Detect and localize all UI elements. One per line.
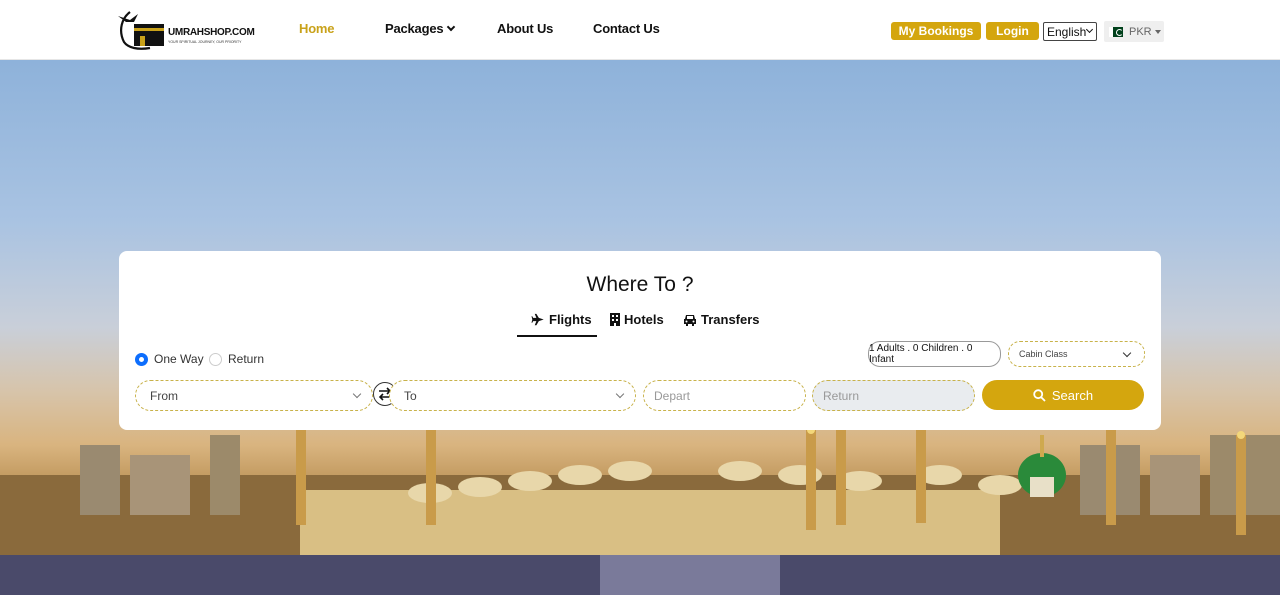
search-button[interactable]: Search: [982, 380, 1144, 410]
currency-select[interactable]: PKR: [1104, 21, 1164, 42]
active-tab-indicator: [517, 335, 597, 337]
car-icon: [684, 314, 696, 326]
depart-date-input[interactable]: Depart: [643, 380, 806, 411]
site-header: UMRAHSHOP.COM YOUR SPIRITUAL JOURNEY, OU…: [0, 0, 1280, 60]
from-placeholder: From: [150, 388, 178, 403]
my-bookings-button[interactable]: My Bookings: [891, 22, 981, 40]
tab-flights[interactable]: Flights: [531, 312, 592, 327]
nav-about[interactable]: About Us: [497, 21, 553, 36]
logo-text: UMRAHSHOP.COM: [168, 27, 255, 38]
search-icon: [1033, 388, 1046, 402]
pakistan-flag-icon: [1109, 26, 1123, 37]
chevron-down-icon: [615, 389, 625, 399]
login-button[interactable]: Login: [986, 22, 1039, 40]
site-logo[interactable]: UMRAHSHOP.COM YOUR SPIRITUAL JOURNEY, OU…: [116, 10, 255, 52]
passengers-selector[interactable]: 1 Adults . 0 Children . 0 Infant: [868, 341, 1001, 367]
plane-icon: [531, 313, 544, 326]
radio-checked-icon: [135, 352, 148, 366]
currency-value: PKR: [1129, 25, 1152, 38]
radio-return-label: Return: [228, 352, 265, 366]
chevron-down-icon: [1122, 348, 1132, 358]
search-title: Where To ?: [586, 273, 694, 296]
cabin-class-select[interactable]: Cabin Class: [1008, 341, 1145, 367]
chevron-down-icon: [1085, 25, 1094, 34]
search-card: Where To ? Flights Hotels Transfers One …: [119, 251, 1161, 430]
search-button-label: Search: [1051, 387, 1094, 403]
radio-return[interactable]: Return: [209, 352, 264, 366]
return-date-input[interactable]: Return: [812, 380, 975, 411]
tab-flights-label: Flights: [549, 312, 592, 327]
tab-hotels[interactable]: Hotels: [610, 312, 664, 327]
to-placeholder: To: [404, 388, 417, 403]
mosque-skyline-image: [0, 415, 1280, 595]
chevron-down-icon: [352, 389, 362, 399]
from-select[interactable]: From: [135, 380, 373, 411]
tab-transfers-label: Transfers: [701, 312, 760, 327]
nav-home[interactable]: Home: [299, 21, 335, 36]
to-select[interactable]: To: [389, 380, 636, 411]
radio-one-way-label: One Way: [154, 352, 204, 366]
building-icon: [610, 313, 620, 326]
nav-packages-label: Packages: [385, 21, 444, 36]
tab-hotels-label: Hotels: [624, 312, 664, 327]
caret-down-icon: [1154, 29, 1161, 34]
chevron-down-icon: [447, 22, 456, 32]
logo-tagline: YOUR SPIRITUAL JOURNEY, OUR PRIORITY: [168, 40, 242, 44]
tab-transfers[interactable]: Transfers: [683, 312, 760, 327]
nav-packages[interactable]: Packages: [385, 21, 456, 36]
nav-contact[interactable]: Contact Us: [593, 21, 660, 36]
cabin-class-value: Cabin Class: [1019, 349, 1068, 359]
radio-unchecked-icon: [209, 352, 222, 366]
radio-one-way[interactable]: One Way: [135, 352, 204, 366]
language-select[interactable]: English: [1043, 22, 1097, 41]
language-value: English: [1047, 24, 1087, 39]
